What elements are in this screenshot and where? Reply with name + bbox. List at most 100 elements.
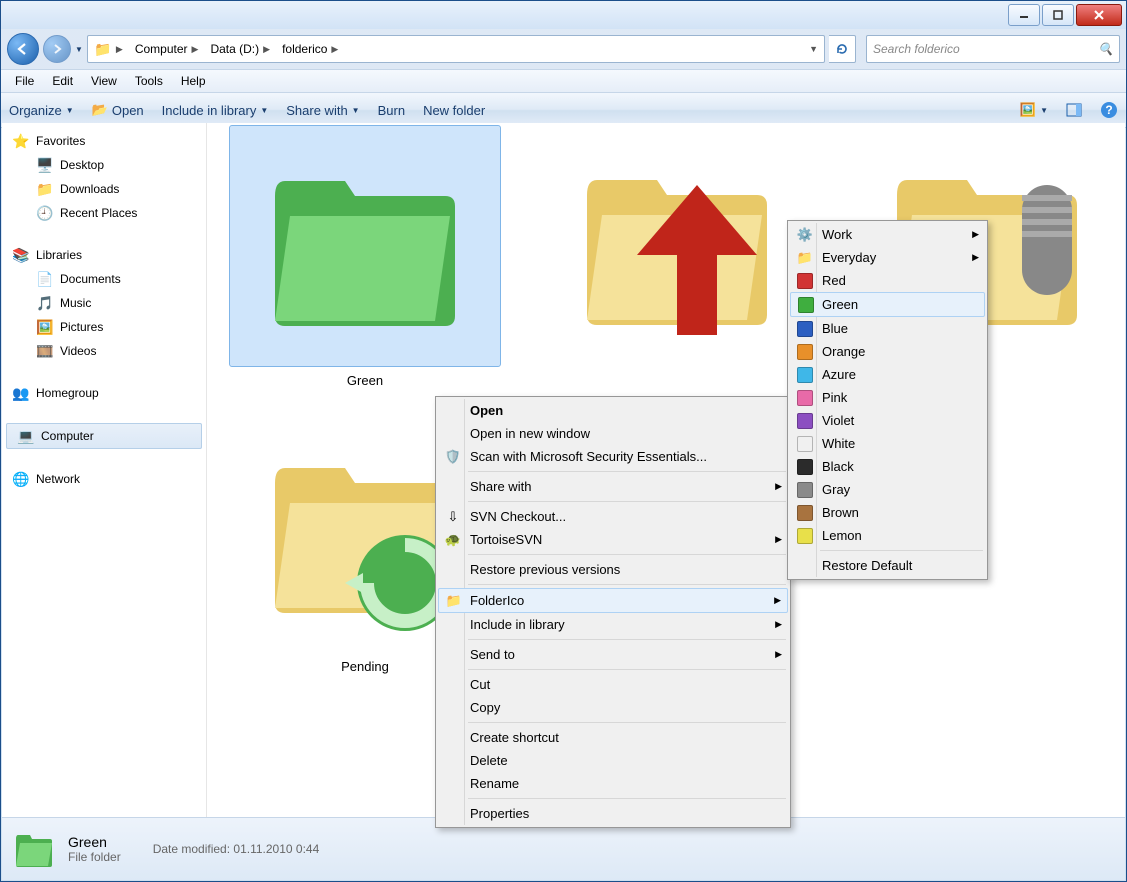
sidebar-item-downloads[interactable]: 📁Downloads (2, 177, 206, 201)
ctx-open-new-window[interactable]: Open in new window (438, 422, 788, 445)
sub-orange[interactable]: Orange (790, 340, 985, 363)
ctx-send-to[interactable]: Send to▶ (438, 643, 788, 666)
forward-button[interactable] (43, 35, 71, 63)
menu-view[interactable]: View (83, 72, 125, 90)
open-button[interactable]: 📂Open (92, 102, 144, 118)
ctx-scan[interactable]: 🛡️Scan with Microsoft Security Essential… (438, 445, 788, 468)
menu-tools[interactable]: Tools (127, 72, 171, 90)
sub-green[interactable]: Green (790, 292, 985, 317)
organize-button[interactable]: Organize▼ (9, 103, 74, 118)
minimize-button[interactable] (1008, 4, 1040, 26)
search-input[interactable]: Search folderico 🔍 (866, 35, 1120, 63)
sub-blue[interactable]: Blue (790, 317, 985, 340)
view-icon: 🖼️ (1020, 102, 1036, 118)
sub-red[interactable]: Red (790, 269, 985, 292)
blue-swatch-icon (797, 321, 813, 337)
back-button[interactable] (7, 33, 39, 65)
newfolder-button[interactable]: New folder (423, 103, 485, 118)
menu-help[interactable]: Help (173, 72, 214, 90)
ctx-tortoisesvn[interactable]: 🐢TortoiseSVN▶ (438, 528, 788, 551)
lemon-swatch-icon (797, 528, 813, 544)
azure-swatch-icon (797, 367, 813, 383)
history-dropdown-icon[interactable]: ▼ (75, 45, 83, 54)
downloads-icon: 📁 (36, 181, 54, 197)
maximize-button[interactable] (1042, 4, 1074, 26)
folder-upload[interactable] (537, 125, 817, 365)
network-item[interactable]: 🌐Network (2, 467, 206, 491)
sub-azure[interactable]: Azure (790, 363, 985, 386)
folderico-submenu: ⚙️Work▶ 📁Everyday▶ Red Green Blue Orange… (787, 220, 988, 580)
date-modified-label: Date modified: (153, 842, 230, 856)
sub-violet[interactable]: Violet (790, 409, 985, 432)
sub-everyday[interactable]: 📁Everyday▶ (790, 246, 985, 269)
ctx-delete[interactable]: Delete (438, 749, 788, 772)
ctx-cut[interactable]: Cut (438, 673, 788, 696)
search-icon: 🔍 (1098, 42, 1113, 56)
upload-folder-icon (567, 145, 787, 345)
close-button[interactable] (1076, 4, 1122, 26)
sub-work[interactable]: ⚙️Work▶ (790, 223, 985, 246)
gear-icon: ⚙️ (796, 226, 814, 244)
ctx-copy[interactable]: Copy (438, 696, 788, 719)
computer-icon: 💻 (17, 428, 35, 444)
music-icon: 🎵 (36, 295, 54, 311)
desktop-icon: 🖥️ (36, 157, 54, 173)
burn-button[interactable]: Burn (378, 103, 405, 118)
white-swatch-icon (797, 436, 813, 452)
sidebar-item-videos[interactable]: 🎞️Videos (2, 339, 206, 363)
include-button[interactable]: Include in library▼ (162, 103, 269, 118)
view-button[interactable]: 🖼️▼ (1020, 102, 1048, 118)
refresh-button[interactable] (829, 35, 856, 63)
explorer-window: ▼ 📁▶ Computer▶ Data (D:)▶ folderico▶ ▼ S… (0, 0, 1127, 882)
date-modified-value: 01.11.2010 0:44 (233, 842, 319, 856)
ctx-open[interactable]: Open (438, 399, 788, 422)
gray-swatch-icon (797, 482, 813, 498)
ctx-share-with[interactable]: Share with▶ (438, 475, 788, 498)
menu-bar: File Edit View Tools Help (1, 69, 1126, 93)
pink-swatch-icon (797, 390, 813, 406)
green-folder-icon (255, 146, 475, 346)
address-dropdown-icon[interactable]: ▼ (803, 44, 824, 54)
sidebar-item-documents[interactable]: 📄Documents (2, 267, 206, 291)
navigation-bar: ▼ 📁▶ Computer▶ Data (D:)▶ folderico▶ ▼ S… (1, 29, 1126, 69)
pictures-icon: 🖼️ (36, 319, 54, 335)
sub-white[interactable]: White (790, 432, 985, 455)
ctx-properties[interactable]: Properties (438, 802, 788, 825)
homegroup-item[interactable]: 👥Homegroup (2, 381, 206, 405)
sub-gray[interactable]: Gray (790, 478, 985, 501)
libraries-group[interactable]: 📚Libraries (2, 243, 206, 267)
sub-restore-default[interactable]: Restore Default (790, 554, 985, 577)
menu-file[interactable]: File (7, 72, 42, 90)
ctx-restore-versions[interactable]: Restore previous versions (438, 558, 788, 581)
folder-icon: 📁 (796, 249, 814, 267)
sidebar-item-recent[interactable]: 🕘Recent Places (2, 201, 206, 225)
sub-black[interactable]: Black (790, 455, 985, 478)
crumb-computer[interactable]: Computer (135, 42, 188, 56)
sub-lemon[interactable]: Lemon (790, 524, 985, 547)
ctx-folderico[interactable]: 📁FolderIco▶ (438, 588, 788, 613)
sub-pink[interactable]: Pink (790, 386, 985, 409)
ctx-svn-checkout[interactable]: ⇩SVN Checkout... (438, 505, 788, 528)
preview-pane-button[interactable] (1066, 102, 1082, 118)
menu-edit[interactable]: Edit (44, 72, 81, 90)
sidebar-item-desktop[interactable]: 🖥️Desktop (2, 153, 206, 177)
homegroup-icon: 👥 (12, 385, 30, 401)
share-button[interactable]: Share with▼ (286, 103, 359, 118)
sidebar-item-pictures[interactable]: 🖼️Pictures (2, 315, 206, 339)
search-placeholder: Search folderico (873, 42, 960, 56)
ctx-rename[interactable]: Rename (438, 772, 788, 795)
crumb-folder[interactable]: folderico (282, 42, 327, 56)
red-swatch-icon (797, 273, 813, 289)
sidebar-item-music[interactable]: 🎵Music (2, 291, 206, 315)
help-button[interactable]: ? (1100, 101, 1118, 119)
crumb-drive[interactable]: Data (D:) (210, 42, 259, 56)
svn-icon: ⇩ (444, 508, 462, 526)
address-bar[interactable]: 📁▶ Computer▶ Data (D:)▶ folderico▶ ▼ (87, 35, 825, 63)
favorites-group[interactable]: ⭐Favorites (2, 129, 206, 153)
ctx-include-library[interactable]: Include in library▶ (438, 613, 788, 636)
status-type: File folder (68, 850, 121, 864)
sidebar-item-computer[interactable]: 💻Computer (6, 423, 202, 449)
ctx-create-shortcut[interactable]: Create shortcut (438, 726, 788, 749)
folder-green[interactable]: Green (225, 125, 505, 388)
sub-brown[interactable]: Brown (790, 501, 985, 524)
